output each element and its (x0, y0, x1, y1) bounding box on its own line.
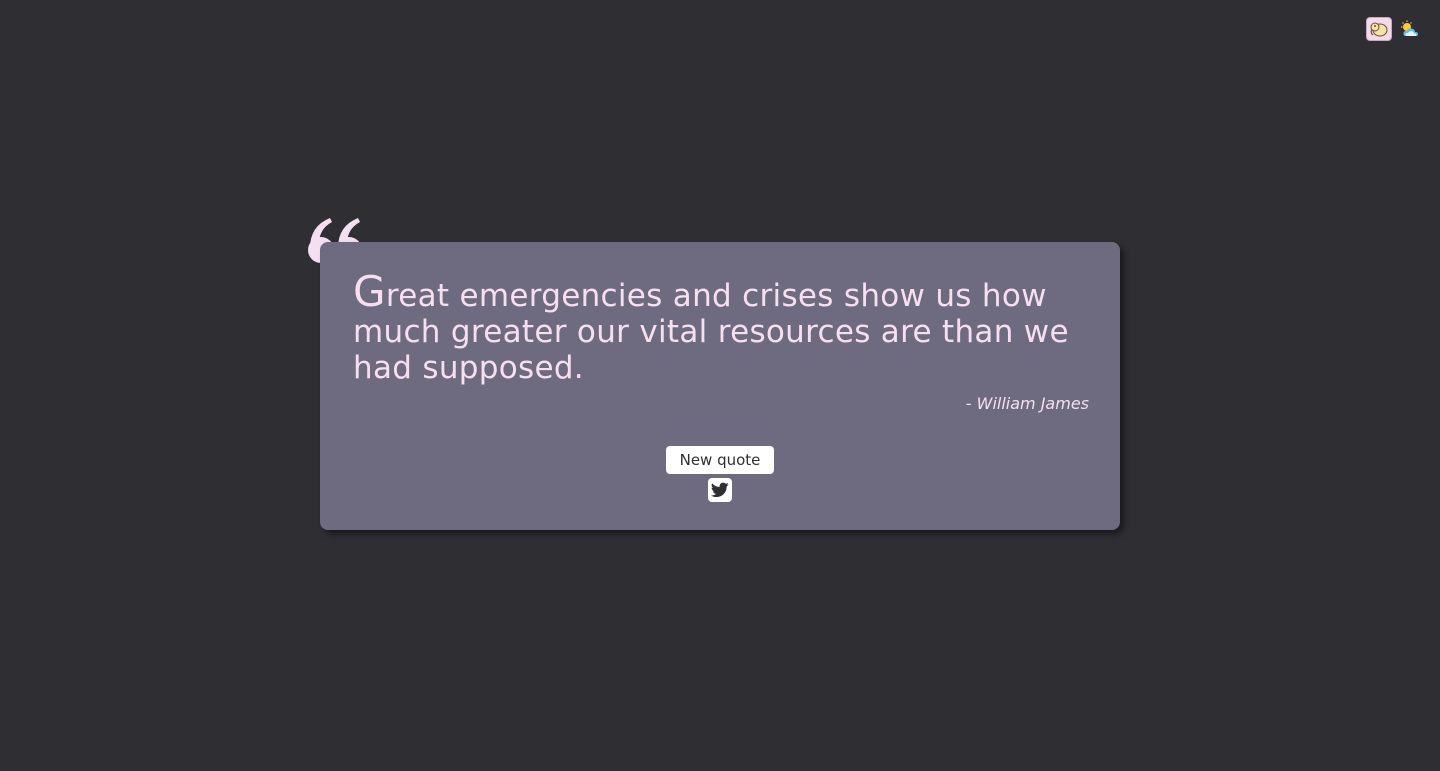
quote-text: Great emergencies and crises show us how… (353, 271, 1093, 387)
sun-cloud-icon[interactable] (1398, 17, 1422, 41)
elephant-theme-icon[interactable] (1366, 17, 1392, 41)
quote-card: Great emergencies and crises show us how… (320, 242, 1120, 530)
tweet-button[interactable] (708, 478, 732, 502)
new-quote-button[interactable]: New quote (666, 446, 774, 474)
quote-author: - William James (965, 394, 1089, 413)
top-right-controls (1366, 17, 1422, 41)
quote-first-letter: G (353, 267, 386, 316)
twitter-icon (711, 482, 729, 498)
quote-body: reat emergencies and crises show us how … (353, 278, 1069, 386)
